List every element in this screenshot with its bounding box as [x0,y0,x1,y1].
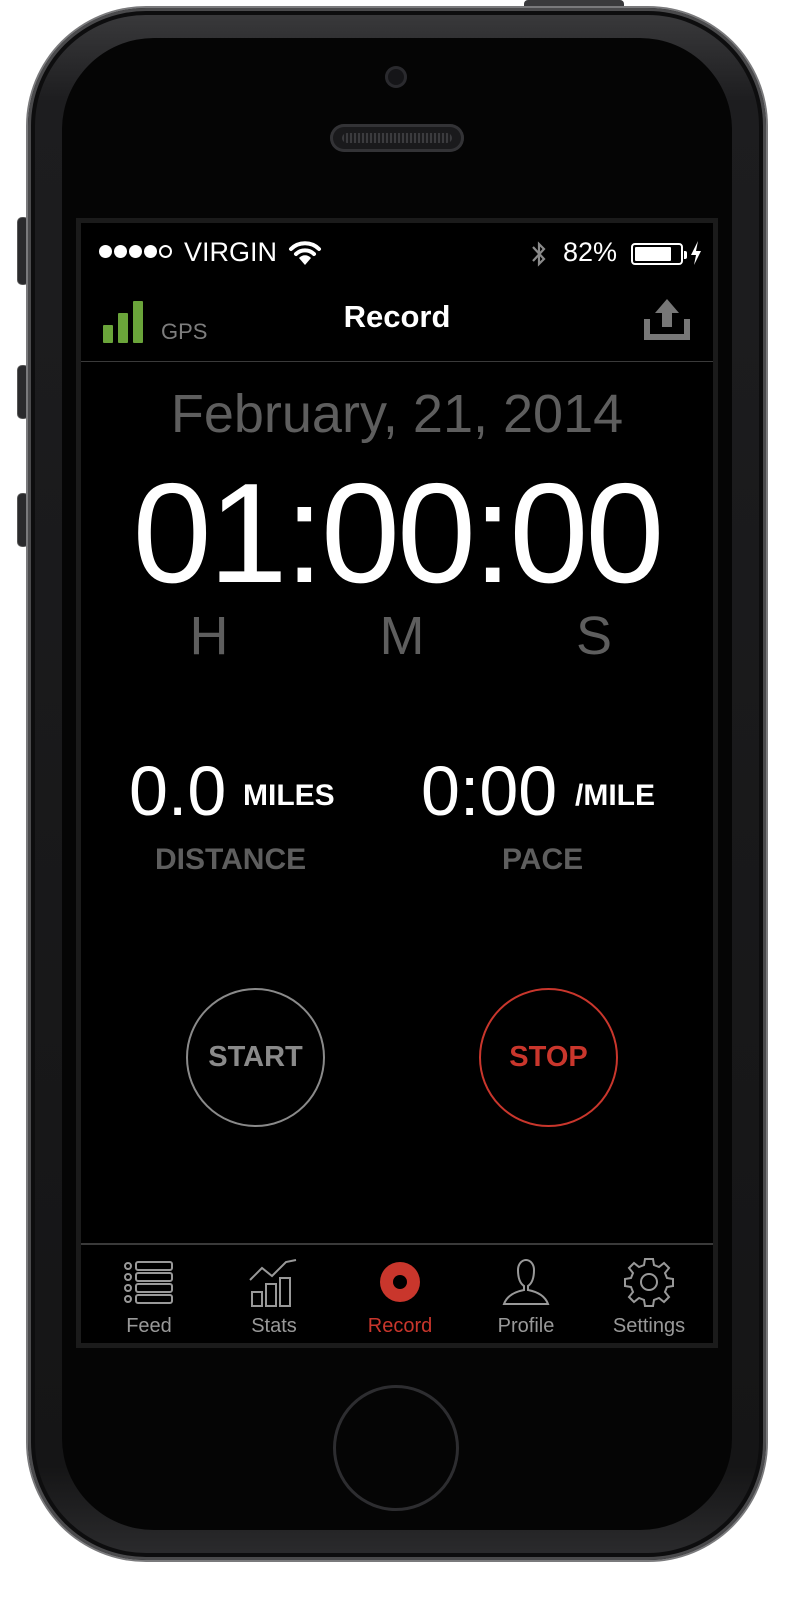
pace-unit: /MILE [575,779,655,812]
cell-signal-icon [99,245,172,258]
share-upload-icon[interactable] [641,293,693,345]
list-icon [124,1261,173,1304]
stop-button[interactable]: STOP [479,988,618,1127]
timer-display: 01:00:00 [132,454,665,613]
user-icon [502,1259,550,1305]
status-bar: VIRGIN 82% [81,223,713,283]
front-camera [385,66,407,88]
page-title: Record [343,299,451,334]
tab-stats[interactable]: Stats [214,1253,334,1338]
tab-feed[interactable]: Feed [89,1253,209,1338]
earpiece-speaker [330,124,464,152]
distance-label: DISTANCE [155,843,307,876]
tab-record-label: Record [367,1315,433,1337]
distance-value: 0.0 [129,752,227,830]
mute-switch[interactable] [18,218,28,284]
bluetooth-icon [532,241,546,267]
battery-percentage: 82% [563,237,618,267]
tab-settings[interactable]: Settings [589,1253,709,1338]
minutes-label: M [379,606,425,666]
tab-feed-label: Feed [126,1315,172,1337]
start-button[interactable]: START [186,988,325,1127]
pace-value: 0:00 [421,752,558,830]
charging-bolt-icon [691,241,701,265]
volume-down-button[interactable] [18,494,28,546]
record-icon [380,1262,420,1302]
hours-label: H [189,606,229,666]
volume-up-button[interactable] [18,366,28,418]
home-button[interactable] [333,1385,459,1511]
chart-icon [249,1259,297,1307]
seconds-label: S [575,606,613,666]
tab-profile-label: Profile [497,1315,555,1337]
distance-unit: MILES [243,779,335,812]
gear-icon [624,1258,674,1307]
carrier-name: VIRGIN [184,237,278,267]
pace-label: PACE [502,843,584,876]
nav-bar: GPS Record [81,283,713,362]
battery-icon [631,243,687,265]
tab-settings-label: Settings [612,1315,686,1337]
tab-bar: Feed Stats Record Profile Settings [81,1243,713,1343]
app-screen: VIRGIN 82% GPS Record February, 21, 2014… [76,218,718,1348]
session-date: February, 21, 2014 [170,384,624,444]
wifi-icon [289,241,321,265]
tab-stats-label: Stats [251,1315,297,1337]
tab-record[interactable]: Record [340,1253,460,1338]
tab-profile[interactable]: Profile [466,1253,586,1338]
